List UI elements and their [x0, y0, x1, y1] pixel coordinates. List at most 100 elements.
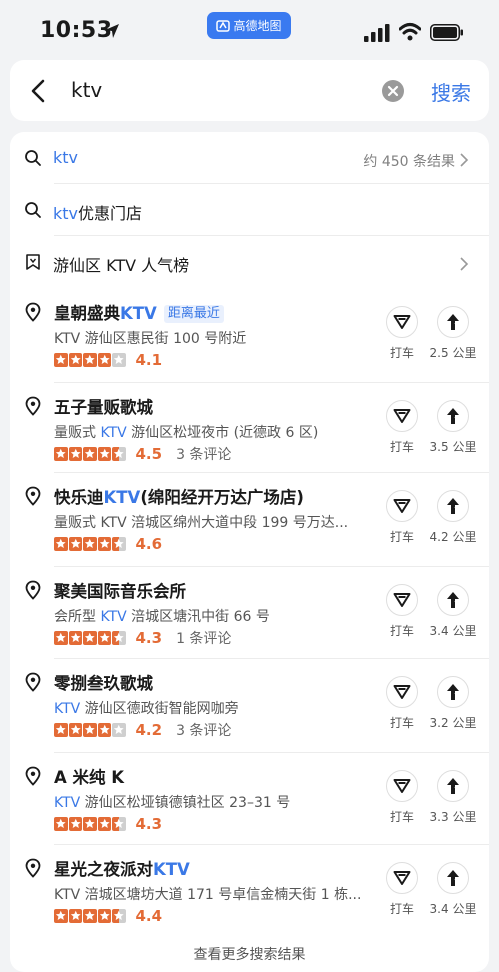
- result-item[interactable]: 快乐迪KTV(绵阳经开万达广场店) 量贩式 KTV 涪城区绵州大道中段 199 号…: [10, 472, 489, 564]
- star-rating: [54, 631, 126, 645]
- place-name: 聚美国际音乐会所: [54, 582, 186, 601]
- star-icon: [54, 353, 68, 367]
- taxi-button[interactable]: [386, 490, 418, 522]
- star-icon: [68, 353, 82, 367]
- result-item[interactable]: 皇朝盛典KTV 距离最近 KTV 游仙区惠民街 100 号附近 4.1 打车 2.5 公里: [10, 288, 489, 380]
- rating-score: 4.1: [135, 351, 163, 369]
- star-icon: [68, 447, 82, 461]
- route-arrow-icon: [447, 314, 459, 330]
- route-button[interactable]: [437, 306, 469, 338]
- star-icon: [97, 909, 111, 923]
- place-name: 星光之夜派对KTV: [54, 860, 190, 879]
- result-item[interactable]: 聚美国际音乐会所 会所型 KTV 涪城区塘汛中街 66 号 4.3 1 条评论 打车 3.…: [10, 566, 489, 658]
- route-arrow-icon: [447, 684, 459, 700]
- suggestion-row[interactable]: ktv优惠门店: [10, 184, 489, 236]
- taxi-label: 打车: [389, 346, 414, 360]
- star-icon: [83, 353, 97, 367]
- rating-score: 4.3: [135, 815, 163, 833]
- search-icon: [25, 150, 41, 166]
- chevron-right-icon: [460, 257, 469, 271]
- star-icon: [83, 447, 97, 461]
- route-button[interactable]: [437, 862, 469, 894]
- location-pin-icon: [25, 396, 41, 416]
- star-icon: [68, 723, 82, 737]
- star-rating: [54, 447, 126, 461]
- app-badge[interactable]: 高德地图: [207, 12, 291, 39]
- location-pin-icon: [25, 486, 41, 506]
- route-arrow-icon: [447, 870, 459, 886]
- star-icon: [83, 631, 97, 645]
- taxi-icon: [393, 315, 411, 329]
- taxi-icon: [393, 779, 411, 793]
- star-icon: [112, 817, 126, 831]
- taxi-icon: [393, 409, 411, 423]
- taxi-button[interactable]: [386, 862, 418, 894]
- star-icon: [68, 909, 82, 923]
- route-button[interactable]: [437, 584, 469, 616]
- review-count[interactable]: 3 条评论: [176, 444, 231, 464]
- taxi-button[interactable]: [386, 306, 418, 338]
- star-icon: [68, 631, 82, 645]
- place-name: A 米纯 K: [54, 768, 125, 787]
- review-count[interactable]: 3 条评论: [176, 720, 231, 740]
- route-button[interactable]: [437, 400, 469, 432]
- star-icon: [112, 909, 126, 923]
- place-name: 零捌叁玖歌城: [54, 674, 153, 693]
- chevron-right-icon: [460, 153, 469, 167]
- star-icon: [112, 447, 126, 461]
- star-icon: [112, 353, 126, 367]
- distance-label: 3.4 公里: [429, 624, 477, 638]
- taxi-button[interactable]: [386, 400, 418, 432]
- star-icon: [68, 537, 82, 551]
- location-pin-icon: [25, 858, 41, 878]
- review-count[interactable]: 1 条评论: [176, 628, 231, 648]
- taxi-button[interactable]: [386, 676, 418, 708]
- rating-line: 4.1: [54, 351, 162, 369]
- suggestion-text: ktv优惠门店: [53, 204, 143, 223]
- taxi-button[interactable]: [386, 584, 418, 616]
- route-arrow-icon: [447, 408, 459, 424]
- more-results-link[interactable]: 查看更多搜索结果: [10, 944, 489, 964]
- result-item[interactable]: 五子量贩歌城 量贩式 KTV 游仙区松垭夜市 (近德政 6 区) 4.5 3 条评论 打…: [10, 382, 489, 474]
- distance-label: 3.4 公里: [429, 902, 477, 916]
- suggestion-row[interactable]: ktv 约 450 条结果: [10, 132, 489, 184]
- star-rating: [54, 353, 126, 367]
- star-rating: [54, 537, 126, 551]
- place-address: 会所型 KTV 涪城区塘汛中街 66 号: [54, 609, 270, 625]
- star-icon: [54, 817, 68, 831]
- search-button[interactable]: 搜索: [431, 77, 471, 106]
- place-address: KTV 游仙区惠民街 100 号附近: [54, 331, 247, 347]
- location-pin-icon: [25, 302, 41, 322]
- back-arrow-icon[interactable]: [28, 78, 50, 104]
- result-item[interactable]: A 米纯 K KTV 游仙区松垭镇德镇社区 23–31 号 4.3 打车 3.3 公里: [10, 752, 489, 844]
- result-item[interactable]: 星光之夜派对KTV KTV 涪城区塘坊大道 171 号卓信金楠天街 1 栋... 4…: [10, 844, 489, 936]
- route-button[interactable]: [437, 676, 469, 708]
- rating-line: 4.6: [54, 535, 162, 553]
- result-item[interactable]: 零捌叁玖歌城 KTV 游仙区德政街智能网咖旁 4.2 3 条评论 打车 3.2 公里: [10, 658, 489, 750]
- results-list: ktv 约 450 条结果 ktv优惠门店 游仙区 KTV 人气榜 皇朝盛典KT…: [10, 132, 489, 972]
- route-button[interactable]: [437, 490, 469, 522]
- star-icon: [68, 817, 82, 831]
- location-arrow-icon: [105, 24, 119, 38]
- battery-icon: [430, 24, 463, 41]
- route-arrow-icon: [447, 592, 459, 608]
- distance-label: 3.3 公里: [429, 810, 477, 824]
- rating-score: 4.2: [135, 721, 163, 739]
- star-icon: [54, 447, 68, 461]
- taxi-icon: [393, 871, 411, 885]
- suggestion-text: ktv: [53, 148, 79, 167]
- star-icon: [54, 537, 68, 551]
- taxi-label: 打车: [389, 440, 414, 454]
- result-count: 约 450 条结果: [363, 154, 455, 170]
- star-icon: [112, 723, 126, 737]
- taxi-icon: [393, 685, 411, 699]
- clear-icon[interactable]: [381, 79, 405, 103]
- route-button[interactable]: [437, 770, 469, 802]
- taxi-button[interactable]: [386, 770, 418, 802]
- distance-label: 3.2 公里: [429, 716, 477, 730]
- location-pin-icon: [25, 580, 41, 600]
- suggestion-row[interactable]: 游仙区 KTV 人气榜: [10, 236, 489, 288]
- search-input[interactable]: ktv: [71, 78, 102, 102]
- star-icon: [83, 537, 97, 551]
- rating-score: 4.3: [135, 629, 163, 647]
